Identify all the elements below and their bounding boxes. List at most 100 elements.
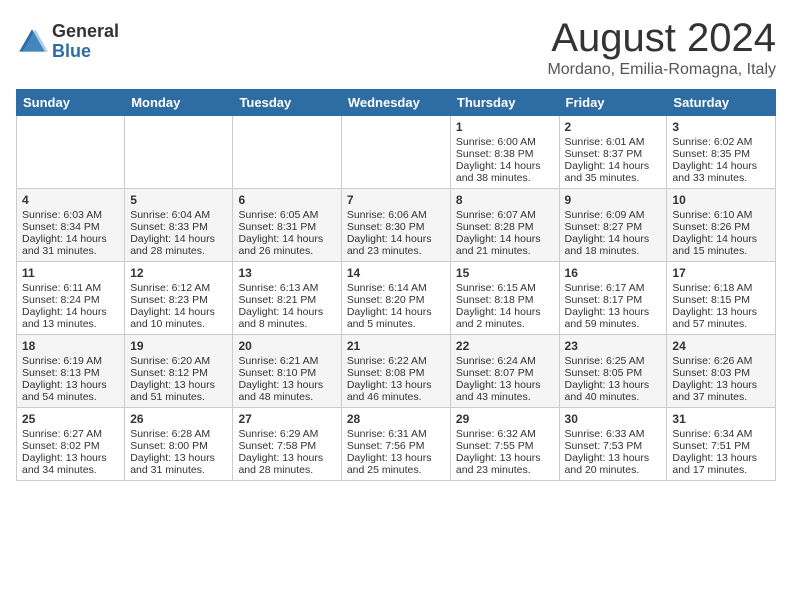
day-info: Sunrise: 6:11 AM bbox=[22, 282, 119, 294]
day-info: Sunrise: 6:04 AM bbox=[130, 209, 227, 221]
day-info: Sunrise: 6:03 AM bbox=[22, 209, 119, 221]
day-number: 29 bbox=[456, 412, 554, 426]
day-info: Sunset: 8:24 PM bbox=[22, 294, 119, 306]
calendar-week-row: 25Sunrise: 6:27 AMSunset: 8:02 PMDayligh… bbox=[17, 408, 776, 481]
day-info: Sunrise: 6:24 AM bbox=[456, 355, 554, 367]
day-info: Sunrise: 6:28 AM bbox=[130, 428, 227, 440]
title-area: August 2024 Mordano, Emilia-Romagna, Ita… bbox=[547, 16, 776, 79]
day-number: 12 bbox=[130, 266, 227, 280]
col-saturday: Saturday bbox=[667, 90, 776, 116]
day-number: 17 bbox=[672, 266, 770, 280]
logo-icon bbox=[16, 26, 48, 58]
location-title: Mordano, Emilia-Romagna, Italy bbox=[547, 61, 776, 79]
day-info: Sunset: 8:37 PM bbox=[565, 148, 662, 160]
day-info: and 17 minutes. bbox=[672, 464, 770, 476]
calendar-week-row: 1Sunrise: 6:00 AMSunset: 8:38 PMDaylight… bbox=[17, 116, 776, 189]
table-row: 11Sunrise: 6:11 AMSunset: 8:24 PMDayligh… bbox=[17, 262, 125, 335]
day-info: Sunset: 8:07 PM bbox=[456, 367, 554, 379]
day-number: 18 bbox=[22, 339, 119, 353]
day-info: Sunset: 7:56 PM bbox=[347, 440, 445, 452]
day-info: Sunset: 8:23 PM bbox=[130, 294, 227, 306]
day-info: and 59 minutes. bbox=[565, 318, 662, 330]
day-number: 14 bbox=[347, 266, 445, 280]
day-info: Daylight: 13 hours bbox=[672, 452, 770, 464]
day-info: Sunset: 8:38 PM bbox=[456, 148, 554, 160]
day-info: Sunset: 7:51 PM bbox=[672, 440, 770, 452]
table-row: 19Sunrise: 6:20 AMSunset: 8:12 PMDayligh… bbox=[125, 335, 233, 408]
day-info: Sunset: 8:15 PM bbox=[672, 294, 770, 306]
day-info: and 20 minutes. bbox=[565, 464, 662, 476]
calendar-week-row: 11Sunrise: 6:11 AMSunset: 8:24 PMDayligh… bbox=[17, 262, 776, 335]
day-info: and 38 minutes. bbox=[456, 172, 554, 184]
day-info: Sunrise: 6:18 AM bbox=[672, 282, 770, 294]
day-info: Daylight: 14 hours bbox=[456, 306, 554, 318]
day-info: Sunset: 8:30 PM bbox=[347, 221, 445, 233]
day-number: 31 bbox=[672, 412, 770, 426]
table-row: 15Sunrise: 6:15 AMSunset: 8:18 PMDayligh… bbox=[450, 262, 559, 335]
day-info: Sunrise: 6:21 AM bbox=[238, 355, 335, 367]
table-row: 7Sunrise: 6:06 AMSunset: 8:30 PMDaylight… bbox=[341, 189, 450, 262]
logo: General Blue bbox=[16, 22, 119, 62]
day-number: 6 bbox=[238, 193, 335, 207]
day-number: 2 bbox=[565, 120, 662, 134]
day-info: Daylight: 13 hours bbox=[672, 306, 770, 318]
day-info: Daylight: 13 hours bbox=[130, 379, 227, 391]
day-info: Daylight: 14 hours bbox=[130, 233, 227, 245]
calendar-week-row: 4Sunrise: 6:03 AMSunset: 8:34 PMDaylight… bbox=[17, 189, 776, 262]
day-info: and 26 minutes. bbox=[238, 245, 335, 257]
day-info: and 40 minutes. bbox=[565, 391, 662, 403]
col-friday: Friday bbox=[559, 90, 667, 116]
calendar-header-row: Sunday Monday Tuesday Wednesday Thursday… bbox=[17, 90, 776, 116]
day-info: and 15 minutes. bbox=[672, 245, 770, 257]
day-number: 4 bbox=[22, 193, 119, 207]
day-info: Sunrise: 6:10 AM bbox=[672, 209, 770, 221]
day-info: Sunrise: 6:09 AM bbox=[565, 209, 662, 221]
table-row: 22 Sunrise: 6:24 AMSunset: 8:07 PMDayligh… bbox=[450, 335, 559, 408]
day-info: Sunset: 8:26 PM bbox=[672, 221, 770, 233]
day-info: Daylight: 14 hours bbox=[347, 306, 445, 318]
day-info: Daylight: 13 hours bbox=[238, 452, 335, 464]
day-info: Sunset: 7:53 PM bbox=[565, 440, 662, 452]
day-info: and 21 minutes. bbox=[456, 245, 554, 257]
table-row bbox=[17, 116, 125, 189]
day-info: Sunrise: 6:26 AM bbox=[672, 355, 770, 367]
day-info: Sunrise: 6:05 AM bbox=[238, 209, 335, 221]
day-number: 15 bbox=[456, 266, 554, 280]
day-info: Daylight: 13 hours bbox=[238, 379, 335, 391]
table-row: 5Sunrise: 6:04 AMSunset: 8:33 PMDaylight… bbox=[125, 189, 233, 262]
table-row: 16Sunrise: 6:17 AMSunset: 8:17 PMDayligh… bbox=[559, 262, 667, 335]
table-row: 18Sunrise: 6:19 AMSunset: 8:13 PMDayligh… bbox=[17, 335, 125, 408]
day-info: Sunset: 8:35 PM bbox=[672, 148, 770, 160]
day-info: Sunrise: 6:14 AM bbox=[347, 282, 445, 294]
table-row: 17 Sunrise: 6:18 AMSunset: 8:15 PMDayligh… bbox=[667, 262, 776, 335]
table-row: 6Sunrise: 6:05 AMSunset: 8:31 PMDaylight… bbox=[233, 189, 341, 262]
day-info: Sunset: 8:10 PM bbox=[238, 367, 335, 379]
day-info: Daylight: 14 hours bbox=[347, 233, 445, 245]
day-info: Daylight: 14 hours bbox=[456, 160, 554, 172]
day-info: Daylight: 14 hours bbox=[672, 160, 770, 172]
day-info: and 57 minutes. bbox=[672, 318, 770, 330]
day-number: 7 bbox=[347, 193, 445, 207]
day-info: Daylight: 13 hours bbox=[130, 452, 227, 464]
day-info: Daylight: 14 hours bbox=[22, 233, 119, 245]
day-info: Sunrise: 6:31 AM bbox=[347, 428, 445, 440]
day-number: 28 bbox=[347, 412, 445, 426]
day-info: Daylight: 13 hours bbox=[456, 379, 554, 391]
day-info: Sunset: 8:18 PM bbox=[456, 294, 554, 306]
day-number: 22 bbox=[456, 339, 554, 353]
table-row bbox=[341, 116, 450, 189]
table-row: 20Sunrise: 6:21 AMSunset: 8:10 PMDayligh… bbox=[233, 335, 341, 408]
day-info: Sunset: 8:34 PM bbox=[22, 221, 119, 233]
table-row: 1Sunrise: 6:00 AMSunset: 8:38 PMDaylight… bbox=[450, 116, 559, 189]
logo-blue-text: Blue bbox=[52, 41, 91, 61]
day-info: Sunset: 8:08 PM bbox=[347, 367, 445, 379]
day-info: Daylight: 14 hours bbox=[672, 233, 770, 245]
col-monday: Monday bbox=[125, 90, 233, 116]
day-info: Daylight: 13 hours bbox=[456, 452, 554, 464]
day-info: Daylight: 13 hours bbox=[565, 306, 662, 318]
table-row: 21Sunrise: 6:22 AMSunset: 8:08 PMDayligh… bbox=[341, 335, 450, 408]
day-number: 23 bbox=[565, 339, 662, 353]
col-wednesday: Wednesday bbox=[341, 90, 450, 116]
day-info: and 48 minutes. bbox=[238, 391, 335, 403]
day-number: 21 bbox=[347, 339, 445, 353]
